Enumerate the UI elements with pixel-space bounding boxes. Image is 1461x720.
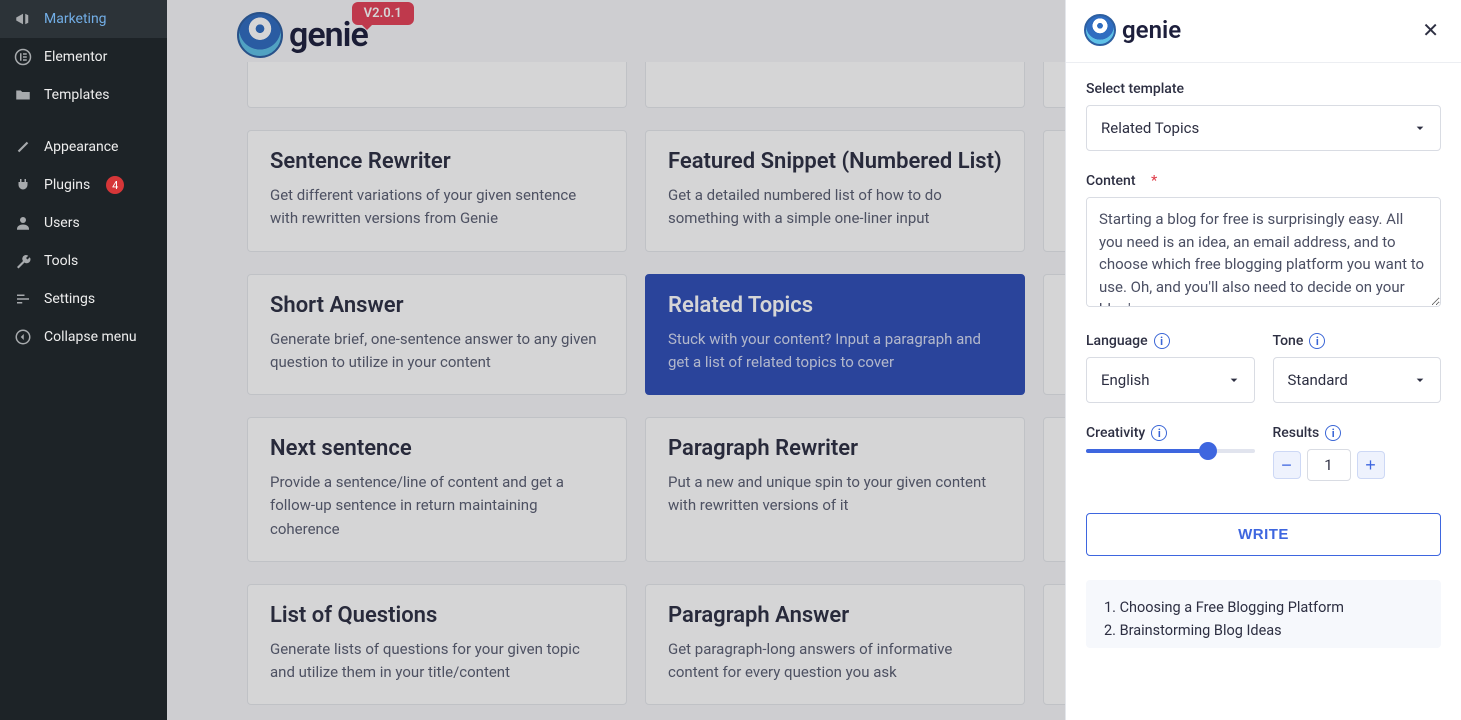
template-card[interactable]: Related Topics Stuck with your content? I… [645, 274, 1025, 396]
genie-mascot-icon [1084, 14, 1116, 46]
card-title: Next sentence [270, 436, 604, 461]
output-line: 1. Choosing a Free Blogging Platform [1104, 596, 1423, 619]
content-label: Content * [1086, 173, 1441, 189]
sidebar-item-tools[interactable]: Tools [0, 242, 167, 280]
card-description: Get paragraph-long answers of informativ… [668, 638, 1002, 685]
card-title: Sentence Rewriter [270, 149, 604, 174]
sidebar-item-collapse[interactable]: Collapse menu [0, 318, 167, 356]
template-card[interactable]: Featured Snippet (Numbered List) Get a de… [645, 130, 1025, 252]
sidebar-label: Plugins [44, 177, 90, 193]
info-icon[interactable]: i [1309, 333, 1325, 349]
card-title: Featured Snippet (Numbered List) [668, 149, 1002, 174]
panel-logo: genie [1084, 14, 1181, 46]
plug-icon [14, 176, 32, 194]
results-count-input[interactable] [1307, 449, 1351, 481]
card-title: List of Questions [270, 603, 604, 628]
tone-select[interactable]: Standard [1273, 357, 1442, 403]
card-description: Provide a sentence/line of content and g… [270, 471, 604, 541]
sidebar-label: Elementor [44, 49, 107, 65]
wrench-icon [14, 252, 32, 270]
template-card[interactable]: List of Questions Generate lists of quest… [247, 584, 627, 706]
card-description: Put a new and unique spin to your given … [668, 471, 1002, 518]
card-description: Get different variations of your given s… [270, 184, 604, 231]
card-title: Paragraph Answer [668, 603, 1002, 628]
admin-sidebar: Marketing Elementor Templates Appearance… [0, 0, 167, 720]
close-button[interactable]: ✕ [1422, 18, 1439, 43]
output-panel: 1. Choosing a Free Blogging Platform 2. … [1086, 580, 1441, 648]
template-select[interactable]: Related Topics [1086, 105, 1441, 151]
card-description: Get a detailed numbered list of how to d… [668, 184, 1002, 231]
sidebar-label: Tools [44, 253, 78, 269]
template-card[interactable]: Paragraph Rewriter Put a new and unique s… [645, 417, 1025, 562]
folder-icon [14, 86, 32, 104]
results-label: Results i [1273, 425, 1442, 441]
card-title: Short Answer [270, 293, 604, 318]
language-label: Language i [1086, 333, 1255, 349]
sidebar-item-settings[interactable]: Settings [0, 280, 167, 318]
tone-label: Tone i [1273, 333, 1442, 349]
sidebar-item-marketing[interactable]: Marketing [0, 0, 167, 38]
circle-e-icon [14, 48, 32, 66]
sidebar-item-appearance[interactable]: Appearance [0, 128, 167, 166]
sidebar-label: Collapse menu [44, 329, 137, 345]
content-textarea[interactable] [1086, 197, 1441, 307]
template-card[interactable]: Next sentence Provide a sentence/line of … [247, 417, 627, 562]
panel-header: genie ✕ [1066, 0, 1461, 63]
plugins-update-badge: 4 [106, 176, 124, 194]
card-title: Related Topics [668, 293, 1002, 318]
creativity-slider[interactable] [1086, 449, 1255, 453]
close-icon: ✕ [1422, 20, 1439, 42]
brush-icon [14, 138, 32, 156]
creativity-label: Creativity i [1086, 425, 1255, 441]
megaphone-icon [14, 10, 32, 28]
user-icon [14, 214, 32, 232]
version-badge: V2.0.1 [352, 2, 414, 25]
card-description: Stuck with your content? Input a paragra… [668, 328, 1002, 375]
collapse-icon [14, 328, 32, 346]
sidebar-label: Appearance [44, 139, 118, 155]
language-select[interactable]: English [1086, 357, 1255, 403]
sidebar-item-templates[interactable]: Templates [0, 76, 167, 114]
card-description: Generate brief, one-sentence answer to a… [270, 328, 604, 375]
sidebar-item-elementor[interactable]: Elementor [0, 38, 167, 76]
genie-side-panel: genie ✕ Select template Related Topics C… [1065, 0, 1461, 720]
info-icon[interactable]: i [1154, 333, 1170, 349]
template-card[interactable]: Paragraph Answer Get paragraph-long answe… [645, 584, 1025, 706]
card-title: Paragraph Rewriter [668, 436, 1002, 461]
sidebar-label: Marketing [44, 11, 107, 27]
sidebar-label: Settings [44, 291, 95, 307]
sidebar-label: Templates [44, 87, 110, 103]
sliders-icon [14, 290, 32, 308]
sidebar-item-users[interactable]: Users [0, 204, 167, 242]
results-increment-button[interactable]: + [1357, 451, 1385, 479]
select-template-label: Select template [1086, 81, 1441, 97]
template-card[interactable]: Short Answer Generate brief, one-sentence… [247, 274, 627, 396]
genie-mascot-icon [237, 12, 283, 58]
card-description: Generate lists of questions for your giv… [270, 638, 604, 685]
info-icon[interactable]: i [1151, 425, 1167, 441]
output-line: 2. Brainstorming Blog Ideas [1104, 619, 1423, 642]
panel-body[interactable]: Select template Related Topics Content *… [1066, 63, 1461, 720]
write-button[interactable]: WRITE [1086, 513, 1441, 556]
template-card[interactable]: Sentence Rewriter Get different variation… [247, 130, 627, 252]
info-icon[interactable]: i [1325, 425, 1341, 441]
app-logo: genie V2.0.1 [237, 12, 368, 58]
sidebar-label: Users [44, 215, 80, 231]
sidebar-item-plugins[interactable]: Plugins 4 [0, 166, 167, 204]
brand-name: genie [1122, 16, 1181, 44]
results-decrement-button[interactable]: − [1273, 451, 1301, 479]
